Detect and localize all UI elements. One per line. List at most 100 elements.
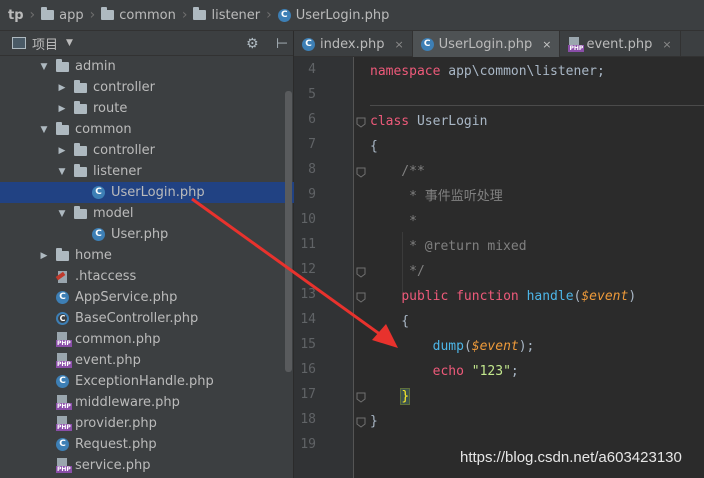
breadcrumb-label: UserLogin.php <box>295 7 390 23</box>
fold-marker-icon[interactable] <box>356 417 366 428</box>
editor-tab[interactable]: C UserLogin.php × <box>412 31 561 57</box>
hide-panel-icon[interactable]: ⊢ <box>276 36 288 52</box>
tree-item[interactable]: PHP common.php <box>0 329 294 350</box>
tree-item[interactable]: PHP event.php <box>0 350 294 371</box>
code-line-11[interactable]: * @return mixed <box>370 234 526 259</box>
breadcrumb-separator: › <box>181 7 188 23</box>
htaccess-file-icon <box>56 270 69 284</box>
keyword: echo <box>432 364 464 379</box>
expand-arrow-down-icon[interactable]: ▼ <box>38 62 50 72</box>
tree-item-label: User.php <box>111 227 169 242</box>
code-editor[interactable]: 4 5 6 7 8 9 10 11 12 13 14 15 16 17 18 19 namespace app… <box>294 57 704 478</box>
code-line-13[interactable]: public function handle($event) <box>370 284 636 309</box>
close-icon[interactable]: × <box>662 38 671 51</box>
line-number: 5 <box>308 87 316 102</box>
tree-item-label: UserLogin.php <box>111 185 205 200</box>
project-panel-header[interactable]: 项目 ▼ ⚙ ⊢ <box>0 31 293 56</box>
close-icon[interactable]: × <box>394 38 403 51</box>
close-icon[interactable]: × <box>542 38 551 51</box>
code-line-10[interactable]: * <box>370 209 417 234</box>
tree-item[interactable]: ▶ controller <box>0 140 294 161</box>
gear-icon[interactable]: ⚙ <box>246 36 259 52</box>
breadcrumb-item-common[interactable]: common <box>101 7 176 23</box>
folder-icon <box>74 142 87 156</box>
tree-item-label: controller <box>93 80 156 95</box>
chevron-down-icon[interactable]: ▼ <box>66 38 73 48</box>
breadcrumb-separator: › <box>266 7 272 23</box>
line-number: 14 <box>300 312 316 327</box>
line-number: 8 <box>308 162 316 177</box>
keyword: namespace <box>370 64 441 79</box>
tree-item-label: BaseController.php <box>75 311 199 326</box>
tree-item[interactable]: ▼ listener <box>0 161 294 182</box>
tree-item[interactable]: C Request.php <box>0 434 294 455</box>
fold-marker-icon[interactable] <box>356 167 366 178</box>
code-line-4[interactable]: namespace app\common\listener; <box>370 59 605 84</box>
fold-marker-icon[interactable] <box>356 292 366 303</box>
tree-item[interactable]: ▼ common <box>0 119 294 140</box>
code-line-15[interactable]: dump($event); <box>370 334 535 359</box>
breadcrumb-item-listener[interactable]: listener <box>193 7 261 23</box>
tree-item[interactable]: C BaseController.php <box>0 308 294 329</box>
breadcrumb-item-app[interactable]: app <box>41 7 84 23</box>
tree-item[interactable]: C AppService.php <box>0 287 294 308</box>
code-line-8[interactable]: /** <box>370 159 425 184</box>
tree-item[interactable]: C ExceptionHandle.php <box>0 371 294 392</box>
folder-icon <box>56 247 69 261</box>
tree-item-label: AppService.php <box>75 290 178 305</box>
namespace-path: app\common\listener; <box>440 64 605 79</box>
code-line-12[interactable]: */ <box>370 259 425 284</box>
expand-arrow-down-icon[interactable]: ▼ <box>38 125 50 135</box>
code-line-18[interactable]: } <box>370 409 378 434</box>
php-file-icon: PHP <box>56 353 72 368</box>
code-line-17[interactable]: } <box>370 384 411 409</box>
expand-arrow-down-icon[interactable]: ▼ <box>56 209 68 219</box>
code-line-16[interactable]: echo "123"; <box>370 359 519 384</box>
tree-item-label: service.php <box>75 458 151 473</box>
tree-item[interactable]: ▼ model <box>0 203 294 224</box>
tree-item-label: common.php <box>75 332 161 347</box>
tree-item[interactable]: C User.php <box>0 224 294 245</box>
folder-icon <box>74 205 87 219</box>
breadcrumb-item-file[interactable]: C UserLogin.php <box>277 7 390 23</box>
tree-item[interactable]: ▶ route <box>0 98 294 119</box>
scrollbar[interactable] <box>285 91 292 372</box>
code-line-7[interactable]: { <box>370 134 378 159</box>
line-number: 19 <box>300 437 316 452</box>
folder-icon <box>101 7 115 20</box>
folder-icon <box>41 7 55 20</box>
tree-item[interactable]: ▶ controller <box>0 77 294 98</box>
tab-label: index.php <box>320 36 385 52</box>
tree-item[interactable]: ▼ admin <box>0 56 294 77</box>
tree-item[interactable]: C UserLogin.php <box>0 182 294 203</box>
editor-tab[interactable]: PHP event.php × <box>560 31 681 57</box>
expand-arrow-right-icon[interactable]: ▶ <box>56 104 68 114</box>
code-area[interactable]: namespace app\common\listener; class Use… <box>370 57 704 478</box>
expand-arrow-down-icon[interactable]: ▼ <box>56 167 68 177</box>
php-class-icon: C <box>56 375 69 388</box>
code-line-9[interactable]: * 事件监听处理 <box>370 184 503 209</box>
tree-item[interactable]: ▶ home <box>0 245 294 266</box>
expand-arrow-right-icon[interactable]: ▶ <box>56 146 68 156</box>
tree-item[interactable]: PHP service.php <box>0 455 294 476</box>
breadcrumb-label: listener <box>211 7 261 23</box>
expand-arrow-right-icon[interactable]: ▶ <box>38 251 50 261</box>
line-number: 10 <box>300 212 316 227</box>
tree-item[interactable]: PHP middleware.php <box>0 392 294 413</box>
line-number: 6 <box>308 112 316 127</box>
fold-marker-icon[interactable] <box>356 267 366 278</box>
expand-arrow-right-icon[interactable]: ▶ <box>56 83 68 93</box>
function-call: dump <box>432 339 464 354</box>
code-line-14[interactable]: { <box>370 309 409 334</box>
tree-item[interactable]: .htaccess <box>0 266 294 287</box>
editor-tab[interactable]: Cindex.php × <box>294 31 413 57</box>
tree-item-label: provider.php <box>75 416 157 431</box>
tree-item[interactable]: PHP provider.php <box>0 413 294 434</box>
string-literal: "123" <box>471 364 511 379</box>
editor-tabs: Cindex.php × C UserLogin.php × PHP event.php × <box>294 31 704 57</box>
code-line-6[interactable]: class UserLogin <box>370 109 487 134</box>
breadcrumb-item-tp[interactable]: tp <box>8 8 24 23</box>
fold-marker-icon[interactable] <box>356 117 366 128</box>
tree-item-label: Request.php <box>75 437 157 452</box>
fold-marker-icon[interactable] <box>356 392 366 403</box>
